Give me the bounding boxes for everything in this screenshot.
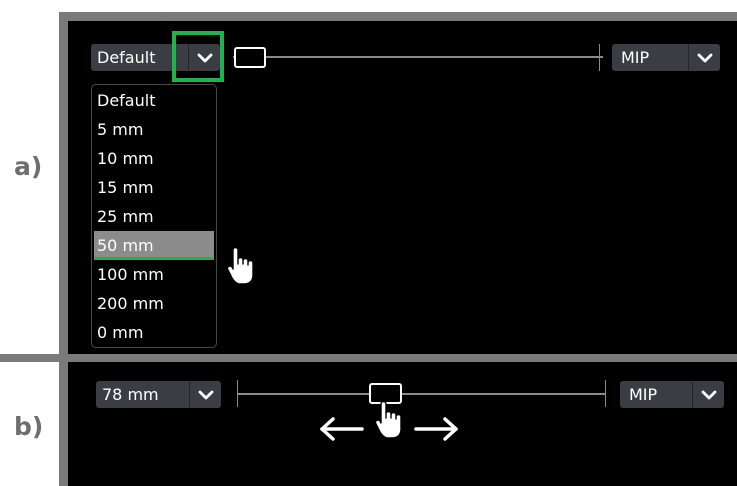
hand-pointer-icon: [374, 400, 402, 439]
dropdown-option[interactable]: Default: [94, 86, 214, 115]
dropdown-option-selected[interactable]: 50 mm: [94, 231, 214, 260]
chevron-down-icon: [198, 390, 214, 400]
frame-left: [59, 12, 68, 486]
viewer-panel-a: Default MIP Default 5 mm 10 mm 15 mm 25 …: [68, 21, 737, 354]
dropdown-option[interactable]: 10 mm: [94, 144, 214, 173]
slab-slider-track-a[interactable]: [233, 56, 603, 58]
slab-slider-track-b[interactable]: [238, 393, 605, 395]
arrow-right-icon: [414, 417, 458, 441]
slab-thickness-select-b[interactable]: 78 mm: [96, 381, 221, 408]
label-b: b): [14, 412, 44, 441]
slider-end-tick-a: [599, 44, 600, 71]
slab-thickness-dropdown-button-b[interactable]: [189, 381, 221, 408]
dropdown-button-highlight: [172, 31, 224, 82]
dropdown-option[interactable]: 100 mm: [94, 260, 214, 289]
slab-slider-thumb-a[interactable]: [234, 47, 266, 68]
arrow-left-icon: [320, 417, 364, 441]
dropdown-option[interactable]: 5 mm: [94, 115, 214, 144]
label-a: a): [14, 152, 43, 181]
chevron-down-icon: [697, 53, 713, 63]
render-mode-select-b[interactable]: MIP: [620, 381, 724, 408]
render-mode-value-a: MIP: [621, 48, 650, 67]
slab-thickness-value-b: 78 mm: [102, 385, 159, 404]
render-mode-dropdown-button-b[interactable]: [692, 381, 724, 408]
slab-thickness-value-a: Default: [97, 48, 156, 67]
chevron-down-icon: [701, 390, 717, 400]
slab-thickness-dropdown-list: Default 5 mm 10 mm 15 mm 25 mm 50 mm 100…: [91, 84, 217, 348]
frame-top: [59, 12, 737, 21]
render-mode-dropdown-button-a[interactable]: [688, 44, 720, 71]
dropdown-option[interactable]: 25 mm: [94, 202, 214, 231]
frame-divider: [0, 354, 737, 362]
dropdown-option[interactable]: 15 mm: [94, 173, 214, 202]
render-mode-value-b: MIP: [629, 385, 658, 404]
viewer-panel-b: 78 mm MIP: [68, 362, 737, 486]
render-mode-select-a[interactable]: MIP: [612, 44, 720, 71]
hand-pointer-icon: [226, 246, 254, 285]
dropdown-option[interactable]: 0 mm: [94, 318, 214, 347]
figure: a) b) Default MIP Default 5 mm 10 mm 15 …: [0, 0, 737, 486]
slider-end-tick-b: [605, 380, 606, 407]
dropdown-option[interactable]: 200 mm: [94, 289, 214, 318]
